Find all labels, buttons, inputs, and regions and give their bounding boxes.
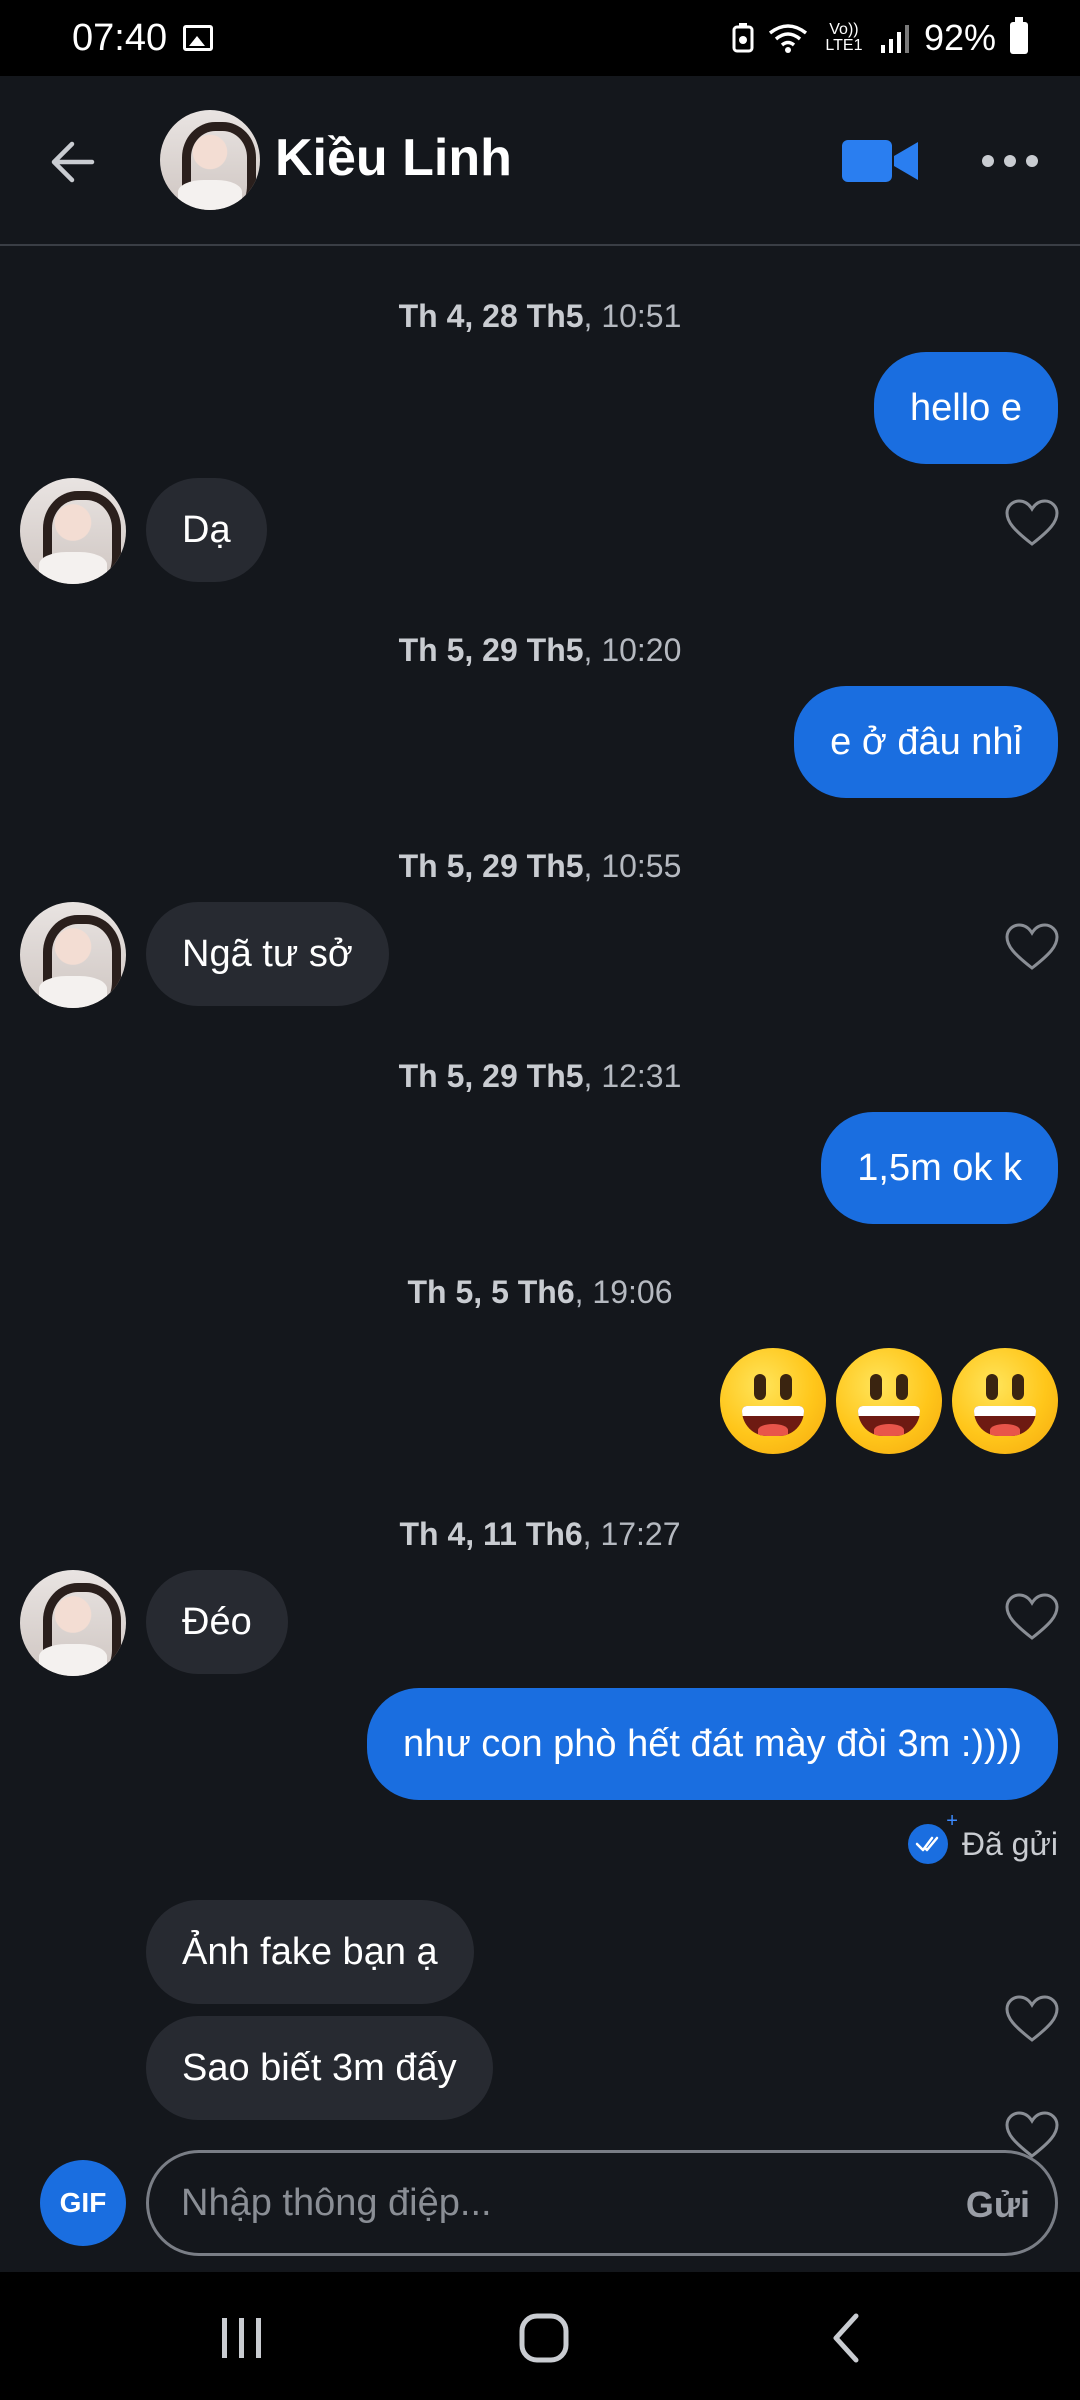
outgoing-message[interactable]: hello e (874, 352, 1058, 464)
battery-saver-icon (732, 23, 754, 53)
chat-screen: Kiều Linh Th 4, 28 Th5, 10:51 hello e Dạ… (0, 76, 1080, 2272)
outgoing-message[interactable]: 1,5m ok k (821, 1112, 1058, 1224)
date-separator: Th 5, 29 Th5, 10:55 (398, 848, 682, 884)
more-options-icon[interactable] (980, 146, 1040, 176)
message-composer: GIF Gửi (0, 2136, 1080, 2272)
back-nav-icon[interactable] (818, 2312, 878, 2364)
delivery-status-label: Đã gửi (961, 1825, 1058, 1862)
status-time: 07:40 (72, 16, 168, 59)
system-navigation-bar (0, 2272, 1080, 2400)
sent-check-icon (907, 1810, 958, 1864)
wifi-icon (768, 24, 808, 53)
home-icon[interactable] (514, 2312, 574, 2364)
delivery-status: Đã gửi (907, 1810, 1058, 1864)
heart-icon[interactable] (1004, 1592, 1060, 1642)
emoji-message[interactable] (720, 1348, 1058, 1454)
gif-button[interactable]: GIF (40, 2160, 126, 2246)
grinning-face-emoji (952, 1348, 1058, 1454)
sender-avatar[interactable] (20, 478, 126, 584)
battery-percent: 92% (923, 17, 996, 58)
contact-avatar[interactable] (160, 110, 260, 210)
incoming-message[interactable]: Đéo (146, 1570, 288, 1674)
grinning-face-emoji (720, 1348, 826, 1454)
date-separator: Th 5, 29 Th5, 12:31 (398, 1058, 682, 1094)
incoming-message[interactable]: Ảnh fake bạn ạ (146, 1900, 474, 2004)
chat-header: Kiều Linh (0, 76, 1080, 246)
incoming-message[interactable]: Dạ (146, 478, 267, 582)
status-bar: 07:40 Vo)) LTE1 92% (0, 0, 1080, 76)
outgoing-message[interactable]: e ở đâu nhỉ (794, 686, 1058, 798)
grinning-face-emoji (836, 1348, 942, 1454)
message-input[interactable] (146, 2150, 1058, 2256)
battery-icon (1010, 17, 1028, 54)
sender-avatar[interactable] (20, 1570, 126, 1676)
heart-icon[interactable] (1004, 498, 1060, 548)
sender-avatar[interactable] (20, 902, 126, 1008)
signal-icon (880, 25, 909, 53)
heart-icon[interactable] (1004, 1994, 1060, 2044)
heart-icon[interactable] (1004, 922, 1060, 972)
contact-name[interactable]: Kiều Linh (275, 128, 512, 188)
date-separator: Th 4, 28 Th5, 10:51 (398, 298, 682, 334)
date-separator: Th 5, 5 Th6, 19:06 (407, 1274, 673, 1310)
date-separator: Th 5, 29 Th5, 10:20 (398, 632, 682, 668)
video-call-icon[interactable] (842, 138, 918, 184)
network-type-label: Vo)) LTE1 (825, 21, 863, 54)
outgoing-message[interactable]: như con phò hết đát mày đòi 3m :)))) (367, 1688, 1058, 1800)
recent-apps-icon[interactable] (212, 2312, 272, 2364)
send-button[interactable]: Gửi (966, 2184, 1030, 2226)
incoming-message[interactable]: Ngã tư sở (146, 902, 389, 1006)
gallery-notification-icon (183, 25, 214, 51)
date-separator: Th 4, 11 Th6, 17:27 (399, 1516, 681, 1552)
incoming-message[interactable]: Sao biết 3m đấy (146, 2016, 493, 2120)
back-arrow-icon[interactable] (44, 132, 104, 192)
status-indicators: Vo)) LTE1 92% (732, 17, 1028, 59)
